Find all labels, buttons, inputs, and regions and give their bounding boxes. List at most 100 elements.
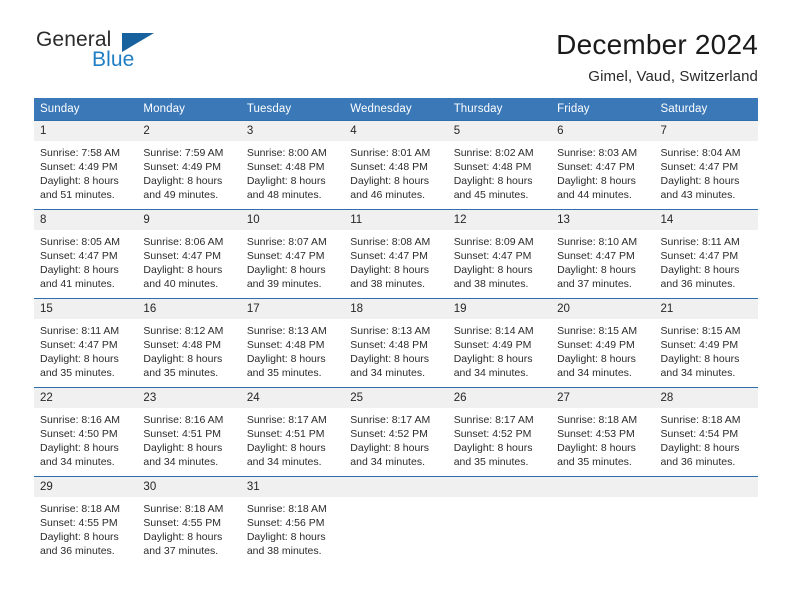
sunset-text: Sunset: 4:47 PM — [350, 250, 428, 262]
calendar-day-cell[interactable]: 6 Sunrise: 8:03 AM Sunset: 4:47 PM Daylight… — [551, 120, 655, 210]
day-cell-content: 13 Sunrise: 8:10 AM Sunset: 4:47 PM Dayligh… — [551, 210, 655, 298]
calendar-day-cell[interactable]: 7 Sunrise: 8:04 AM Sunset: 4:47 PM Daylight… — [654, 120, 758, 210]
calendar-day-cell[interactable]: 17 Sunrise: 8:13 AM Sunset: 4:48 PM Dayligh… — [240, 298, 345, 388]
calendar-day-cell[interactable]: 1 Sunrise: 7:58 AM Sunset: 4:49 PM Daylight… — [34, 120, 138, 210]
sunset-text: Sunset: 4:49 PM — [40, 161, 118, 173]
calendar-day-cell[interactable]: 19 Sunrise: 8:14 AM Sunset: 4:49 PM Dayligh… — [447, 298, 552, 388]
day-cell-content: 5 Sunrise: 8:02 AM Sunset: 4:48 PM Daylight… — [447, 121, 552, 209]
day-info: Sunrise: 8:02 AM Sunset: 4:48 PM Daylight:… — [448, 141, 551, 202]
generalblue-logo[interactable]: General Blue — [34, 28, 174, 80]
day-number: 24 — [240, 388, 345, 408]
day-cell-content: 25 Sunrise: 8:17 AM Sunset: 4:52 PM Dayligh… — [344, 388, 448, 476]
calendar-day-cell[interactable]: 9 Sunrise: 8:06 AM Sunset: 4:47 PM Daylight… — [137, 209, 241, 299]
day-cell-content: 8 Sunrise: 8:05 AM Sunset: 4:47 PM Daylight… — [34, 210, 138, 298]
day-info: Sunrise: 8:13 AM Sunset: 4:48 PM Daylight:… — [241, 319, 344, 380]
calendar-day-cell[interactable]: 20 Sunrise: 8:15 AM Sunset: 4:49 PM Dayligh… — [551, 298, 655, 388]
calendar-day-cell[interactable]: 5 Sunrise: 8:02 AM Sunset: 4:48 PM Daylight… — [447, 120, 552, 210]
weekday-header-thursday: Thursday — [447, 98, 552, 121]
calendar-day-cell[interactable]: 2 Sunrise: 7:59 AM Sunset: 4:49 PM Daylight… — [137, 120, 241, 210]
day-info: Sunrise: 8:11 AM Sunset: 4:47 PM Daylight:… — [655, 230, 758, 291]
day-cell-content: 24 Sunrise: 8:17 AM Sunset: 4:51 PM Dayligh… — [240, 388, 345, 476]
calendar-day-cell[interactable]: 26 Sunrise: 8:17 AM Sunset: 4:52 PM Dayligh… — [447, 387, 552, 477]
sunrise-text: Sunrise: 8:04 AM — [660, 147, 741, 159]
sunrise-text: Sunrise: 8:06 AM — [143, 236, 224, 248]
calendar-day-cell[interactable]: 24 Sunrise: 8:17 AM Sunset: 4:51 PM Dayligh… — [240, 387, 345, 477]
day-cell-content: 30 Sunrise: 8:18 AM Sunset: 4:55 PM Dayligh… — [137, 477, 241, 569]
sunset-text: Sunset: 4:49 PM — [557, 339, 635, 351]
calendar-day-cell[interactable]: 21 Sunrise: 8:15 AM Sunset: 4:49 PM Dayligh… — [654, 298, 758, 388]
daylight-text-line2: and 36 minutes. — [660, 278, 736, 290]
sunrise-text: Sunrise: 8:07 AM — [246, 236, 327, 248]
sunrise-text: Sunrise: 8:05 AM — [40, 236, 120, 248]
calendar-day-cell[interactable]: 4 Sunrise: 8:01 AM Sunset: 4:48 PM Daylight… — [344, 120, 448, 210]
calendar-day-cell[interactable]: 27 Sunrise: 8:18 AM Sunset: 4:53 PM Dayligh… — [551, 387, 655, 477]
day-number: 3 — [240, 121, 345, 141]
day-number: 7 — [654, 121, 758, 141]
daylight-text-line2: and 36 minutes. — [660, 456, 736, 468]
sunset-text: Sunset: 4:52 PM — [350, 428, 428, 440]
calendar-day-cell[interactable]: 8 Sunrise: 8:05 AM Sunset: 4:47 PM Daylight… — [34, 209, 138, 299]
daylight-text-line1: Daylight: 8 hours — [246, 531, 326, 543]
calendar-week-row: 1 Sunrise: 7:58 AM Sunset: 4:49 PM Daylight… — [34, 120, 758, 210]
calendar-day-cell[interactable]: 18 Sunrise: 8:13 AM Sunset: 4:48 PM Dayligh… — [344, 298, 448, 388]
calendar-day-cell[interactable]: 31 Sunrise: 8:18 AM Sunset: 4:56 PM Dayligh… — [240, 476, 345, 569]
day-number: 16 — [137, 299, 241, 319]
weekday-header-monday: Monday — [137, 98, 241, 121]
day-number — [344, 477, 448, 497]
sunrise-text: Sunrise: 8:17 AM — [350, 414, 431, 426]
sunrise-text: Sunrise: 8:03 AM — [557, 147, 638, 159]
day-info: Sunrise: 8:01 AM Sunset: 4:48 PM Daylight:… — [344, 141, 447, 202]
day-cell-content: 12 Sunrise: 8:09 AM Sunset: 4:47 PM Dayligh… — [447, 210, 552, 298]
daylight-text-line2: and 34 minutes. — [660, 367, 736, 379]
daylight-text-line2: and 35 minutes. — [246, 367, 322, 379]
day-cell-content: 3 Sunrise: 8:00 AM Sunset: 4:48 PM Daylight… — [240, 121, 345, 209]
sunset-text: Sunset: 4:49 PM — [453, 339, 532, 351]
weekday-header-friday: Friday — [551, 98, 655, 121]
calendar-day-cell[interactable]: 14 Sunrise: 8:11 AM Sunset: 4:47 PM Dayligh… — [654, 209, 758, 299]
day-cell-content: 17 Sunrise: 8:13 AM Sunset: 4:48 PM Dayligh… — [240, 299, 345, 387]
day-info: Sunrise: 8:15 AM Sunset: 4:49 PM Daylight:… — [551, 319, 654, 380]
sunset-text: Sunset: 4:53 PM — [557, 428, 635, 440]
day-info: Sunrise: 8:12 AM Sunset: 4:48 PM Daylight:… — [137, 319, 240, 380]
calendar-day-cell[interactable]: 28 Sunrise: 8:18 AM Sunset: 4:54 PM Dayligh… — [654, 387, 758, 477]
daylight-text-line1: Daylight: 8 hours — [453, 353, 533, 365]
logo-text-blue: Blue — [92, 48, 135, 71]
calendar-day-cell[interactable]: 12 Sunrise: 8:09 AM Sunset: 4:47 PM Dayligh… — [447, 209, 552, 299]
daylight-text-line2: and 44 minutes. — [557, 189, 632, 201]
sunrise-text: Sunrise: 8:11 AM — [40, 325, 120, 337]
sunset-text: Sunset: 4:47 PM — [660, 250, 739, 262]
day-number: 17 — [240, 299, 345, 319]
sunrise-text: Sunrise: 8:15 AM — [557, 325, 638, 337]
calendar-day-cell[interactable]: 11 Sunrise: 8:08 AM Sunset: 4:47 PM Dayligh… — [344, 209, 448, 299]
daylight-text-line2: and 43 minutes. — [660, 189, 736, 201]
calendar-day-cell[interactable]: 23 Sunrise: 8:16 AM Sunset: 4:51 PM Dayligh… — [137, 387, 241, 477]
sunset-text: Sunset: 4:48 PM — [350, 161, 428, 173]
calendar-day-cell[interactable]: 10 Sunrise: 8:07 AM Sunset: 4:47 PM Dayligh… — [240, 209, 345, 299]
sunrise-text: Sunrise: 8:18 AM — [246, 503, 327, 515]
daylight-text-line2: and 38 minutes. — [453, 278, 529, 290]
day-cell-content: 28 Sunrise: 8:18 AM Sunset: 4:54 PM Dayligh… — [654, 388, 758, 476]
sunset-text: Sunset: 4:55 PM — [143, 517, 222, 529]
sunrise-text: Sunrise: 8:16 AM — [143, 414, 224, 426]
calendar-day-cell[interactable]: 16 Sunrise: 8:12 AM Sunset: 4:48 PM Dayligh… — [137, 298, 241, 388]
calendar-day-cell[interactable]: 22 Sunrise: 8:16 AM Sunset: 4:50 PM Dayligh… — [34, 387, 138, 477]
day-number: 4 — [344, 121, 448, 141]
sunset-text: Sunset: 4:47 PM — [40, 339, 118, 351]
calendar-day-cell[interactable]: 13 Sunrise: 8:10 AM Sunset: 4:47 PM Dayligh… — [551, 209, 655, 299]
day-info: Sunrise: 8:15 AM Sunset: 4:49 PM Daylight:… — [655, 319, 758, 380]
sunrise-text: Sunrise: 8:17 AM — [246, 414, 327, 426]
calendar-day-cell[interactable]: 30 Sunrise: 8:18 AM Sunset: 4:55 PM Dayligh… — [137, 476, 241, 569]
day-number — [654, 477, 758, 497]
daylight-text-line1: Daylight: 8 hours — [350, 264, 430, 276]
daylight-text-line1: Daylight: 8 hours — [660, 353, 740, 365]
daylight-text-line1: Daylight: 8 hours — [143, 264, 223, 276]
daylight-text-line1: Daylight: 8 hours — [246, 442, 326, 454]
day-info: Sunrise: 8:18 AM Sunset: 4:55 PM Daylight:… — [34, 497, 137, 558]
sunset-text: Sunset: 4:49 PM — [660, 339, 739, 351]
sunrise-text: Sunrise: 7:59 AM — [143, 147, 224, 159]
daylight-text-line2: and 40 minutes. — [143, 278, 219, 290]
calendar-day-cell[interactable]: 15 Sunrise: 8:11 AM Sunset: 4:47 PM Dayligh… — [34, 298, 138, 388]
calendar-day-cell[interactable]: 3 Sunrise: 8:00 AM Sunset: 4:48 PM Daylight… — [240, 120, 345, 210]
calendar-day-cell[interactable]: 25 Sunrise: 8:17 AM Sunset: 4:52 PM Dayligh… — [344, 387, 448, 477]
calendar-day-cell[interactable]: 29 Sunrise: 8:18 AM Sunset: 4:55 PM Dayligh… — [34, 476, 138, 569]
